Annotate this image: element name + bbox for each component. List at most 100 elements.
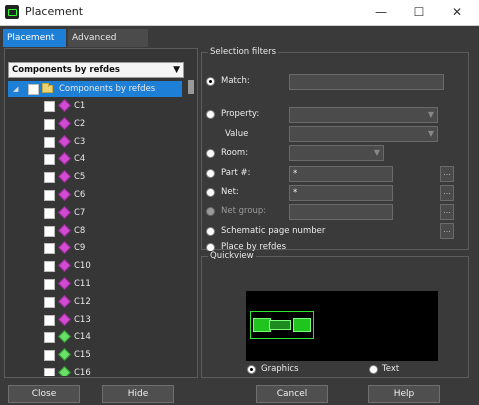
item-checkbox[interactable] xyxy=(44,136,55,148)
component-icon xyxy=(58,259,71,273)
tree-item[interactable]: C11 xyxy=(8,276,178,292)
quickview-canvas xyxy=(246,291,438,361)
component-icon xyxy=(58,116,71,130)
tree-item[interactable]: C14 xyxy=(8,329,178,345)
tree-item[interactable]: C16 xyxy=(8,365,178,376)
match-input[interactable] xyxy=(289,74,444,90)
part-browse-button[interactable]: ... xyxy=(440,166,454,182)
net-radio[interactable] xyxy=(206,188,215,197)
tree-item[interactable]: C5 xyxy=(8,169,178,185)
match-radio[interactable] xyxy=(206,77,215,86)
title-bar: Placement — ☐ ✕ xyxy=(0,0,479,26)
tree-item[interactable]: C8 xyxy=(8,223,178,239)
hide-button[interactable]: Hide xyxy=(102,385,174,403)
tree-item[interactable]: C10 xyxy=(8,258,178,274)
item-checkbox[interactable] xyxy=(44,154,55,166)
cancel-button[interactable]: Cancel xyxy=(256,385,328,403)
tree-scrollbar[interactable] xyxy=(188,80,194,94)
footprint-body xyxy=(269,320,291,330)
text-radio[interactable] xyxy=(369,365,378,374)
expand-triangle-icon[interactable]: ◢ xyxy=(13,81,18,97)
value-dropdown[interactable]: ▼ xyxy=(289,126,438,142)
tree-item-label: C4 xyxy=(74,154,86,165)
tree-item[interactable]: C15 xyxy=(8,347,178,363)
tree-root-item[interactable]: ◢ Components by refdes xyxy=(8,81,182,97)
component-icon xyxy=(58,152,71,166)
tree-item[interactable]: C4 xyxy=(8,151,178,167)
window-title: Placement xyxy=(25,5,84,18)
close-window-button[interactable]: ✕ xyxy=(440,0,474,25)
match-label: Match: xyxy=(221,76,250,86)
room-dropdown[interactable]: ▼ xyxy=(289,145,384,161)
tree-item-label: C14 xyxy=(74,332,91,343)
item-checkbox[interactable] xyxy=(44,368,55,376)
list-mode-dropdown[interactable]: Components by refdes ▼ xyxy=(8,62,184,78)
netgroup-input[interactable] xyxy=(289,204,393,220)
tree-item[interactable]: C6 xyxy=(8,187,178,203)
item-checkbox[interactable] xyxy=(44,172,55,184)
net-input[interactable]: * xyxy=(289,185,393,201)
part-radio[interactable] xyxy=(206,169,215,178)
tree-item-label: C13 xyxy=(74,314,91,325)
tree-item-label: C12 xyxy=(74,296,91,307)
component-icon xyxy=(58,134,71,148)
net-label: Net: xyxy=(221,187,239,197)
item-checkbox[interactable] xyxy=(44,190,55,201)
item-checkbox[interactable] xyxy=(44,279,55,290)
item-checkbox[interactable] xyxy=(44,314,55,326)
minimize-button[interactable]: — xyxy=(364,0,398,25)
chevron-down-icon: ▼ xyxy=(427,110,434,119)
room-radio[interactable] xyxy=(206,149,215,158)
tab-placement-list[interactable]: Placement List xyxy=(3,29,66,61)
list-mode-value: Components by refdes xyxy=(12,65,120,75)
property-radio[interactable] xyxy=(206,110,215,119)
schematic-browse-button[interactable]: ... xyxy=(440,223,454,239)
app-icon xyxy=(5,5,19,19)
item-checkbox[interactable] xyxy=(44,261,55,273)
tree-item[interactable]: C12 xyxy=(8,294,178,310)
component-icon xyxy=(58,277,71,290)
tab-advanced-settings[interactable]: Advanced Settings xyxy=(68,29,148,61)
item-checkbox[interactable] xyxy=(44,243,55,255)
graphics-radio[interactable] xyxy=(247,365,256,374)
part-input[interactable]: * xyxy=(289,166,393,182)
item-checkbox[interactable] xyxy=(44,118,55,130)
tree-item-label: C8 xyxy=(74,225,86,236)
tree-item-label: C16 xyxy=(74,368,91,376)
item-checkbox[interactable] xyxy=(44,296,55,308)
netgroup-label: Net group: xyxy=(221,206,267,216)
close-button[interactable]: Close xyxy=(8,385,80,403)
item-checkbox[interactable] xyxy=(44,207,55,219)
tree-item[interactable]: C1 xyxy=(8,98,178,114)
component-icon xyxy=(58,188,71,201)
part-label: Part #: xyxy=(221,168,251,178)
room-label: Room: xyxy=(221,148,249,158)
component-icon xyxy=(58,223,71,237)
schematic-radio[interactable] xyxy=(206,227,215,236)
item-checkbox[interactable] xyxy=(44,332,55,344)
tree-item[interactable]: C13 xyxy=(8,312,178,328)
tree-item[interactable]: C2 xyxy=(8,116,178,132)
component-icon xyxy=(58,241,71,255)
tree-item[interactable]: C3 xyxy=(8,134,178,150)
component-icon xyxy=(58,366,71,376)
tree-item[interactable]: C9 xyxy=(8,240,178,256)
selection-filters-group: Selection filters Match: Property: ▼ Val… xyxy=(201,47,469,252)
quickview-label: Quickview xyxy=(208,251,256,261)
component-icon xyxy=(58,348,71,362)
root-checkbox[interactable] xyxy=(28,84,39,95)
quickview-group: Quickview Graphics Text xyxy=(201,251,469,378)
property-dropdown[interactable]: ▼ xyxy=(289,107,438,123)
maximize-button[interactable]: ☐ xyxy=(402,0,436,25)
help-button[interactable]: Help xyxy=(368,385,440,403)
item-checkbox[interactable] xyxy=(44,225,55,237)
netgroup-radio[interactable] xyxy=(206,207,215,216)
item-checkbox[interactable] xyxy=(44,101,55,112)
item-checkbox[interactable] xyxy=(44,350,55,362)
chevron-down-icon: ▼ xyxy=(173,65,180,75)
tree-item[interactable]: C7 xyxy=(8,205,178,221)
footprint-pad xyxy=(293,318,311,332)
chevron-down-icon: ▼ xyxy=(427,129,434,138)
net-browse-button[interactable]: ... xyxy=(440,185,454,201)
netgroup-browse-button[interactable]: ... xyxy=(440,204,454,220)
